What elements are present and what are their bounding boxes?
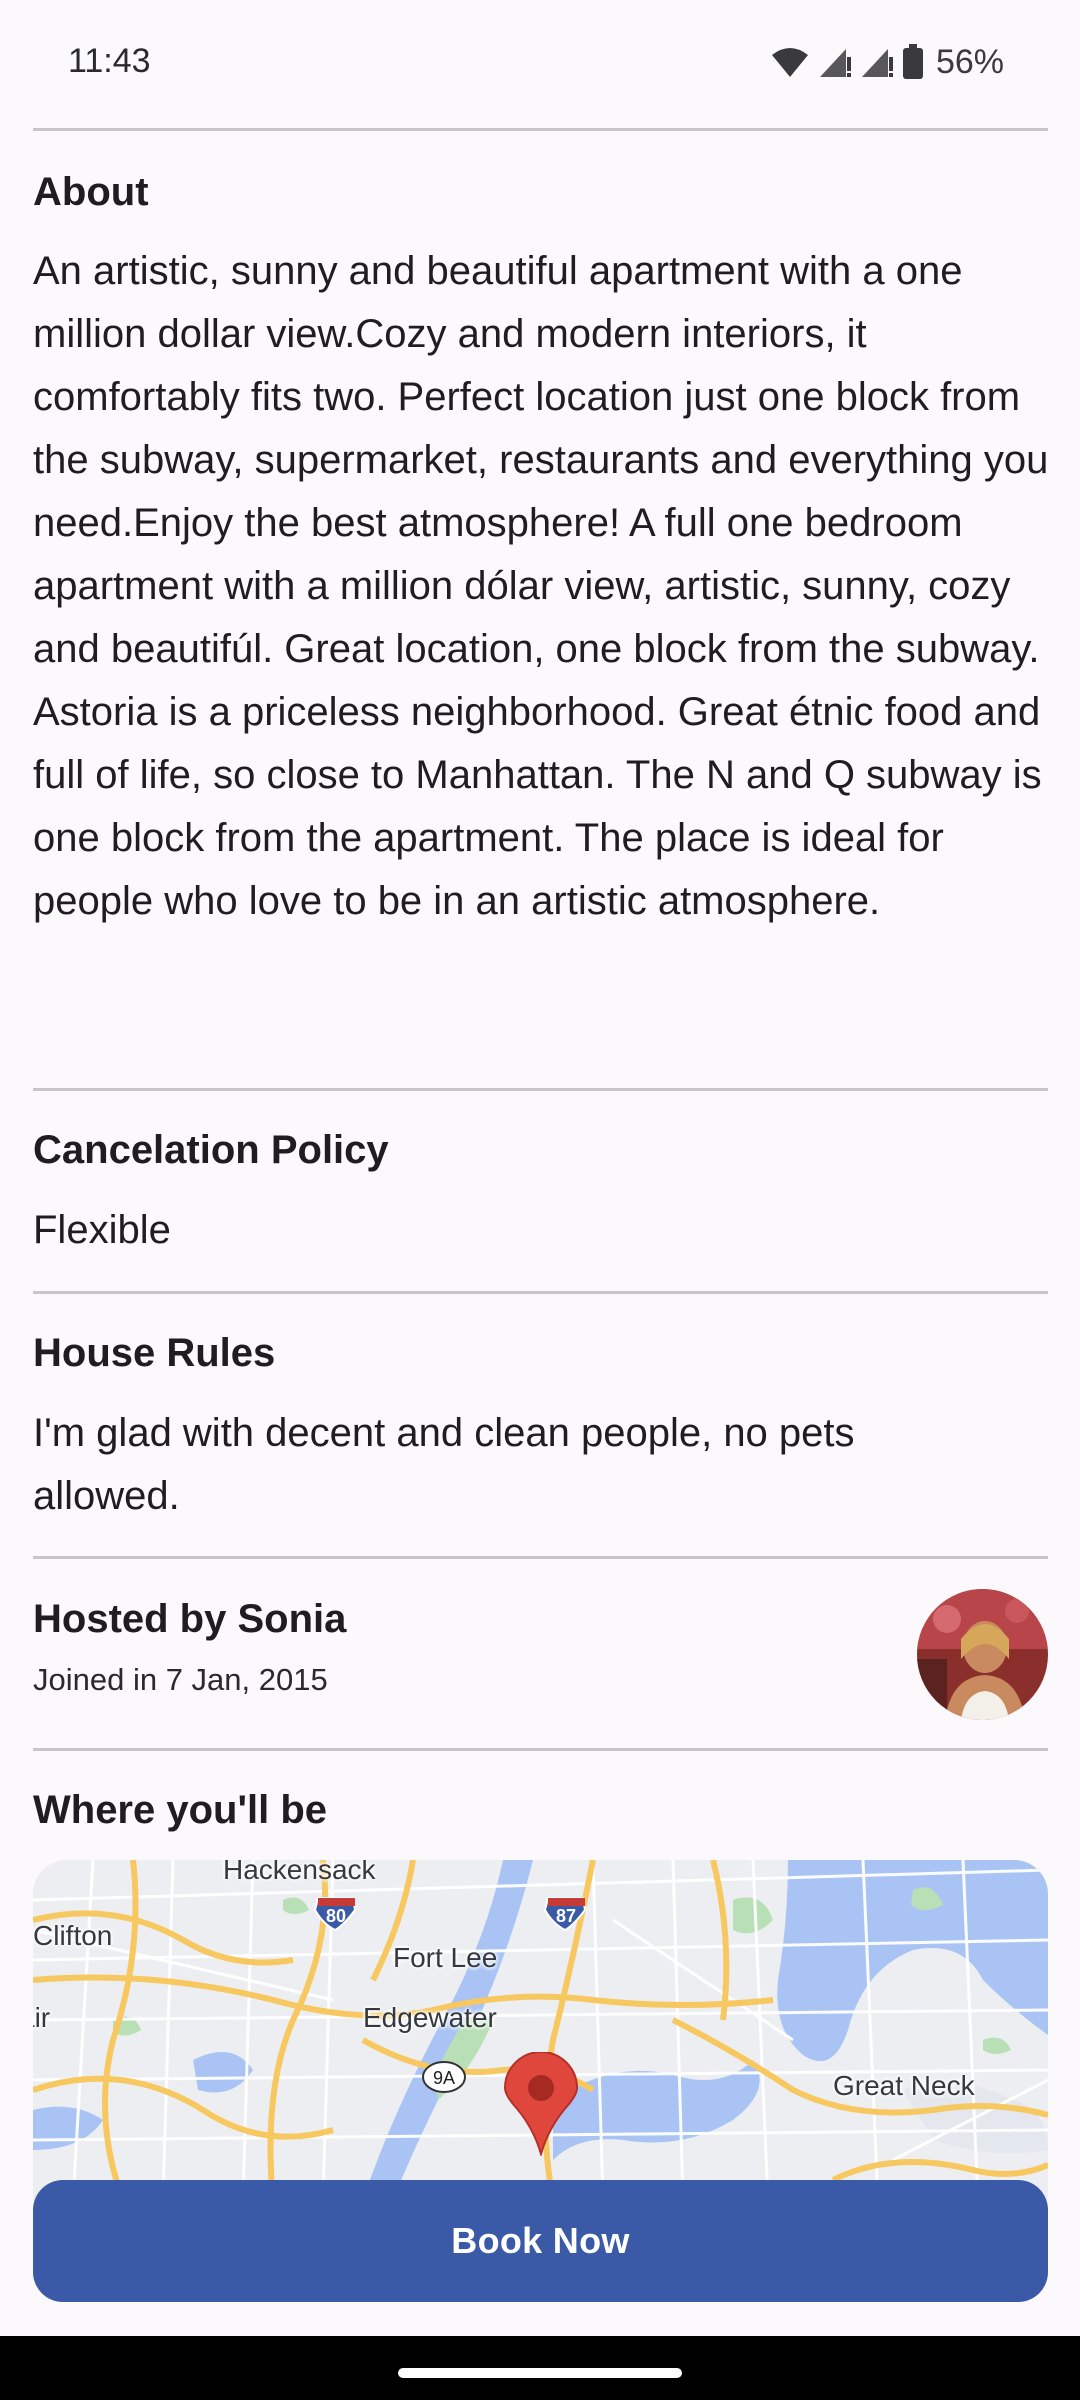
host-title: Hosted by Sonia <box>33 1597 347 1641</box>
map-label-great-neck: Great Neck <box>833 2070 975 2101</box>
map-label-edgewater: Edgewater <box>363 2002 497 2033</box>
divider <box>33 128 1048 131</box>
home-gesture-handle[interactable] <box>398 2368 682 2378</box>
divider <box>33 1291 1048 1294</box>
divider <box>33 1748 1048 1751</box>
host-avatar[interactable] <box>917 1589 1048 1720</box>
location-pin-icon <box>503 2052 579 2156</box>
map-label-fort-lee: Fort Lee <box>393 1942 498 1973</box>
route-shield-80: 80 <box>326 1906 346 1926</box>
battery-icon <box>902 44 924 80</box>
signal-icon <box>860 45 894 79</box>
signal-icon <box>818 45 852 79</box>
map-label-air: air <box>33 2002 51 2033</box>
status-icons: 56% <box>770 40 1004 84</box>
status-time: 11:43 <box>68 42 151 80</box>
location-title: Where you'll be <box>33 1788 328 1832</box>
map-label-clifton: Clifton <box>33 1920 113 1951</box>
wifi-icon <box>770 45 810 79</box>
host-joined-date: Joined in 7 Jan, 2015 <box>33 1662 328 1697</box>
navigation-bar <box>0 2336 1080 2400</box>
route-shield-9a: 9A <box>433 2068 455 2088</box>
cancelation-title: Cancelation Policy <box>33 1128 389 1172</box>
house-rules-title: House Rules <box>33 1331 276 1375</box>
divider <box>33 1556 1048 1559</box>
route-shield-87: 87 <box>556 1906 576 1926</box>
book-now-button[interactable]: Book Now <box>33 2180 1048 2302</box>
status-bar: 11:43 56% <box>0 0 1080 128</box>
location-map[interactable]: 80 87 9A Hackensack Clifton Fort Lee Edg… <box>33 1860 1048 2200</box>
cancelation-value: Flexible <box>33 1208 171 1252</box>
map-label-hackensack: Hackensack <box>223 1860 376 1885</box>
battery-percentage: 56% <box>935 42 1004 81</box>
divider <box>33 1088 1048 1091</box>
about-text: An artistic, sunny and beautiful apartme… <box>33 249 1049 923</box>
about-title: About <box>33 170 149 214</box>
house-rules-text: I'm glad with decent and clean people, n… <box>33 1411 855 1518</box>
